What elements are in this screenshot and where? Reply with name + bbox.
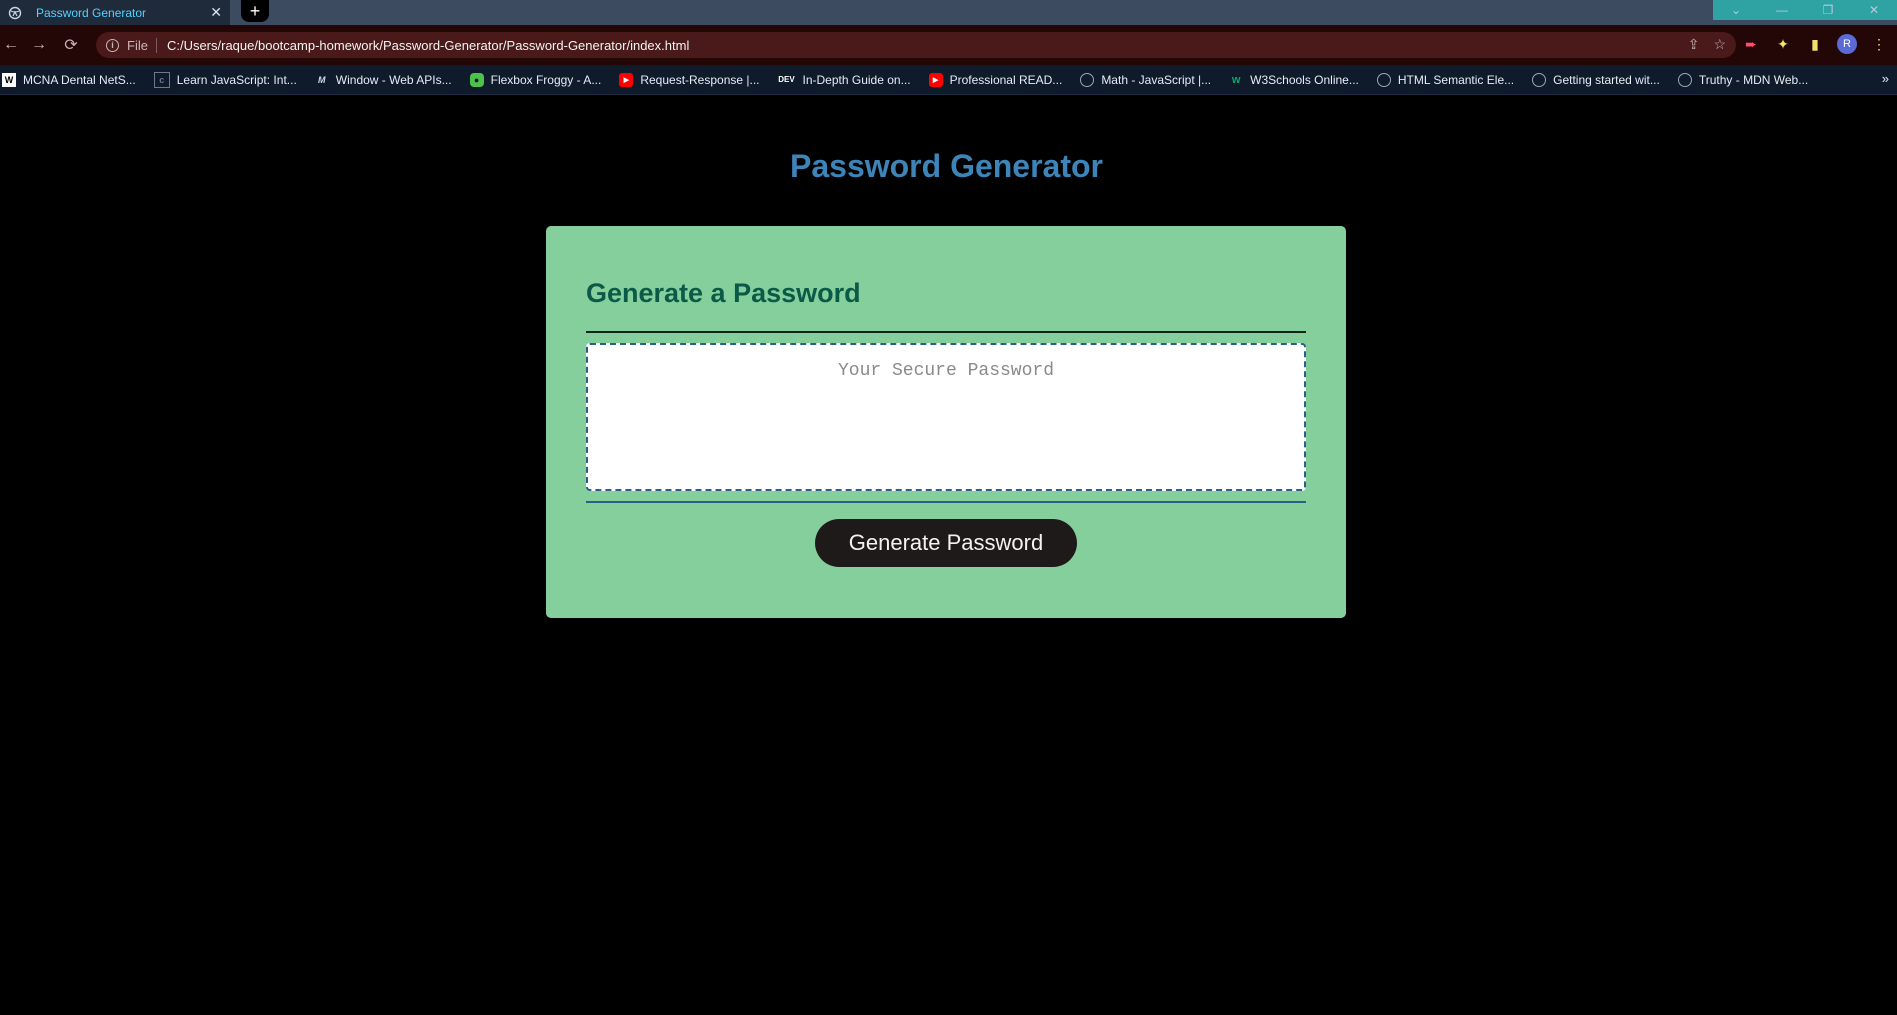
close-tab-icon[interactable]: ✕ — [210, 4, 222, 20]
card-footer: Generate Password — [586, 503, 1306, 567]
tab-title: Password Generator — [36, 5, 147, 20]
frog-icon: ● — [469, 72, 484, 87]
card-body — [586, 333, 1306, 503]
globe-icon — [8, 6, 22, 19]
card-header: Generate a Password — [586, 278, 1306, 333]
tab-strip: Password Generator ✕ + ⌄ — ❐ ✕ — [0, 0, 1897, 25]
browser-tab[interactable]: Password Generator ✕ — [0, 0, 230, 25]
url-text[interactable]: C:/Users/raque/bootcamp-homework/Passwor… — [167, 38, 689, 53]
profile-avatar[interactable]: R — [1837, 34, 1857, 54]
mcna-icon: W — [2, 72, 16, 87]
page-icon: c — [153, 71, 170, 88]
side-panel-icon[interactable]: ▮ — [1805, 34, 1825, 54]
password-card: Generate a Password Generate Password — [546, 226, 1346, 618]
back-icon[interactable]: ← — [0, 34, 22, 56]
bookmark-item[interactable]: HTML Semantic Ele... — [1376, 72, 1514, 87]
generate-password-button[interactable]: Generate Password — [814, 519, 1078, 567]
page-title: Password Generator — [790, 148, 1103, 184]
password-output[interactable] — [586, 343, 1306, 491]
restore-icon[interactable]: ❐ — [1805, 0, 1851, 20]
bookmark-item[interactable]: Math - JavaScript |... — [1080, 72, 1211, 87]
bookmark-item[interactable]: W MCNA Dental NetS... — [2, 72, 136, 87]
forward-icon[interactable]: → — [28, 34, 50, 56]
minimize-icon[interactable]: — — [1759, 0, 1805, 20]
close-window-icon[interactable]: ✕ — [1851, 0, 1897, 20]
bookmark-star-icon[interactable]: ☆ — [1713, 36, 1726, 53]
bookmark-item[interactable]: ▶ Request-Response |... — [619, 72, 760, 87]
bookmark-item[interactable]: w W3Schools Online... — [1229, 73, 1359, 87]
more-bookmarks-icon[interactable]: » — [1882, 71, 1889, 86]
youtube-icon: ▶ — [619, 72, 634, 87]
bookmark-item[interactable]: DEV In-Depth Guide on... — [778, 73, 910, 87]
puzzle-icon[interactable]: ✦ — [1773, 34, 1793, 54]
globe-icon — [1677, 72, 1692, 87]
bookmark-item[interactable]: Getting started wit... — [1532, 72, 1660, 87]
tab-search-icon[interactable]: ⌄ — [1713, 0, 1759, 20]
site-info-icon[interactable]: i — [106, 38, 119, 52]
bookmark-item[interactable]: ▶ Professional READ... — [928, 72, 1062, 87]
bookmark-item[interactable]: Truthy - MDN Web... — [1677, 72, 1808, 87]
globe-icon — [1532, 72, 1547, 87]
mdn-icon: M — [318, 74, 326, 85]
browser-toolbar: ← → ⟳ i File C:/Users/raque/bootcamp-hom… — [0, 25, 1897, 65]
bookmark-item[interactable]: M Window - Web APIs... — [315, 73, 452, 87]
share-icon[interactable]: ⇪ — [1688, 36, 1700, 53]
globe-icon — [1080, 72, 1095, 87]
dev-icon: DEV — [778, 75, 795, 84]
extension-icon[interactable]: ➨ — [1741, 34, 1761, 54]
youtube-icon: ▶ — [928, 72, 943, 87]
globe-icon — [1376, 72, 1391, 87]
address-bar[interactable]: i File C:/Users/raque/bootcamp-homework/… — [96, 32, 1736, 58]
menu-icon[interactable]: ⋮ — [1869, 34, 1889, 54]
scheme-label: File — [127, 37, 157, 53]
w3schools-icon: w — [1231, 73, 1241, 86]
new-tab-button[interactable]: + — [241, 0, 269, 22]
bookmarks-bar: W MCNA Dental NetS... c Learn JavaScript: … — [0, 65, 1897, 95]
window-controls: ⌄ — ❐ ✕ — [1713, 0, 1897, 20]
bookmark-item[interactable]: ● Flexbox Froggy - A... — [469, 72, 601, 87]
reload-icon[interactable]: ⟳ — [60, 34, 82, 56]
bookmark-item[interactable]: c Learn JavaScript: Int... — [153, 71, 297, 88]
